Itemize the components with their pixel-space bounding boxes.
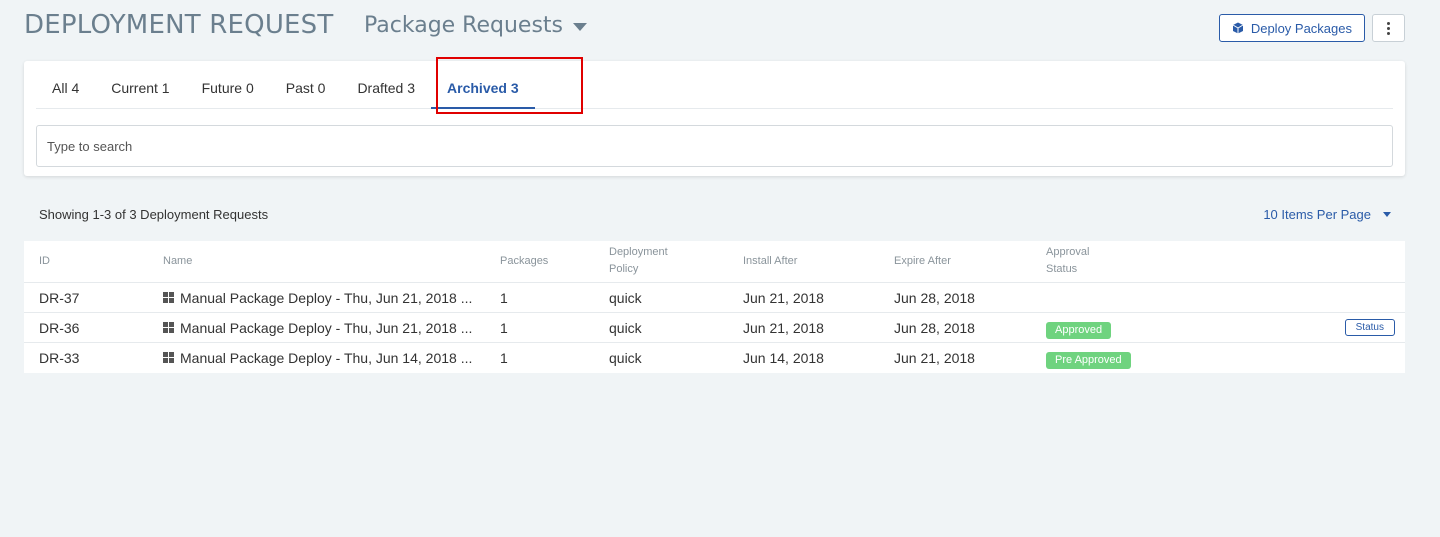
- cell-name: Manual Package Deploy - Thu, Jun 21, 201…: [163, 313, 472, 343]
- vertical-dots-icon: [1387, 21, 1390, 25]
- deploy-packages-button[interactable]: Deploy Packages: [1218, 14, 1365, 42]
- table-row[interactable]: DR-37 Manual Package Deploy - Thu, Jun 2…: [24, 283, 1405, 313]
- cell-packages: 1: [500, 350, 508, 366]
- column-header-policy-line1: Deployment: [609, 246, 668, 258]
- column-header-install[interactable]: Install After: [743, 253, 797, 270]
- results-summary: Showing 1-3 of 3 Deployment Requests: [39, 207, 269, 222]
- column-header-approval[interactable]: Approval Status: [1046, 244, 1089, 278]
- search-input[interactable]: [36, 125, 1393, 167]
- items-per-page-label: 10 Items Per Page: [1263, 207, 1371, 222]
- approval-status-badge: Pre Approved: [1046, 352, 1131, 369]
- cell-name: Manual Package Deploy - Thu, Jun 21, 201…: [163, 283, 472, 313]
- cell-approval: Approved: [1046, 313, 1112, 343]
- table-row[interactable]: DR-33 Manual Package Deploy - Thu, Jun 1…: [24, 343, 1405, 373]
- request-name-link[interactable]: Manual Package Deploy - Thu, Jun 14, 201…: [180, 343, 472, 373]
- cell-id: DR-37: [39, 290, 80, 306]
- cell-install-after: Jun 21, 2018: [743, 320, 824, 336]
- cell-packages: 1: [500, 290, 508, 306]
- tab-past[interactable]: Past 0: [270, 61, 342, 109]
- cell-id: DR-33: [39, 350, 80, 366]
- column-header-policy-line2: Policy: [609, 263, 639, 275]
- column-header-id[interactable]: ID: [39, 253, 50, 270]
- column-header-name[interactable]: Name: [163, 253, 192, 270]
- caret-down-icon: [1383, 212, 1391, 217]
- more-options-button[interactable]: [1372, 14, 1405, 42]
- column-header-approval-line2: Status: [1046, 263, 1078, 275]
- cell-expire-after: Jun 28, 2018: [894, 320, 975, 336]
- deploy-packages-label: Deploy Packages: [1250, 20, 1352, 36]
- page-header: DEPLOYMENT REQUEST Package Requests Depl…: [24, 8, 1405, 48]
- windows-icon: [163, 352, 175, 364]
- filter-panel: All 4 Current 1 Future 0 Past 0 Drafted …: [24, 61, 1405, 176]
- cell-name: Manual Package Deploy - Thu, Jun 14, 201…: [163, 343, 472, 373]
- tab-current[interactable]: Current 1: [95, 61, 185, 109]
- cell-id: DR-36: [39, 320, 80, 336]
- cell-packages: 1: [500, 320, 508, 336]
- column-header-policy[interactable]: Deployment Policy: [609, 244, 668, 278]
- status-button[interactable]: Status: [1344, 319, 1395, 336]
- table-header: ID Name Packages Deployment Policy Insta…: [24, 241, 1405, 283]
- requests-table: ID Name Packages Deployment Policy Insta…: [24, 241, 1405, 373]
- dropdown-label: Package Requests: [364, 13, 564, 38]
- cell-install-after: Jun 14, 2018: [743, 350, 824, 366]
- cell-approval: Pre Approved: [1046, 343, 1131, 373]
- cell-policy: quick: [609, 290, 642, 306]
- cell-expire-after: Jun 21, 2018: [894, 350, 975, 366]
- cell-expire-after: Jun 28, 2018: [894, 290, 975, 306]
- cube-icon: [1232, 22, 1244, 34]
- column-header-packages[interactable]: Packages: [500, 253, 548, 270]
- page-title: DEPLOYMENT REQUEST: [24, 10, 334, 40]
- windows-icon: [163, 292, 175, 304]
- package-requests-dropdown[interactable]: Package Requests: [364, 13, 588, 38]
- windows-icon: [163, 322, 175, 334]
- approval-status-badge: Approved: [1046, 322, 1112, 339]
- column-header-expire[interactable]: Expire After: [894, 253, 951, 270]
- request-name-link[interactable]: Manual Package Deploy - Thu, Jun 21, 201…: [180, 313, 472, 343]
- cell-policy: quick: [609, 350, 642, 366]
- column-header-approval-line1: Approval: [1046, 246, 1090, 258]
- tab-archived[interactable]: Archived 3: [431, 61, 535, 109]
- table-row[interactable]: DR-36 Manual Package Deploy - Thu, Jun 2…: [24, 313, 1405, 343]
- caret-down-icon: [573, 22, 588, 31]
- request-name-link[interactable]: Manual Package Deploy - Thu, Jun 21, 201…: [180, 283, 472, 313]
- tab-drafted[interactable]: Drafted 3: [341, 61, 431, 109]
- cell-install-after: Jun 21, 2018: [743, 290, 824, 306]
- cell-policy: quick: [609, 320, 642, 336]
- items-per-page-dropdown[interactable]: 10 Items Per Page: [1263, 207, 1391, 222]
- tab-bar: All 4 Current 1 Future 0 Past 0 Drafted …: [36, 61, 1393, 109]
- tab-all[interactable]: All 4: [36, 61, 95, 109]
- tab-future[interactable]: Future 0: [186, 61, 270, 109]
